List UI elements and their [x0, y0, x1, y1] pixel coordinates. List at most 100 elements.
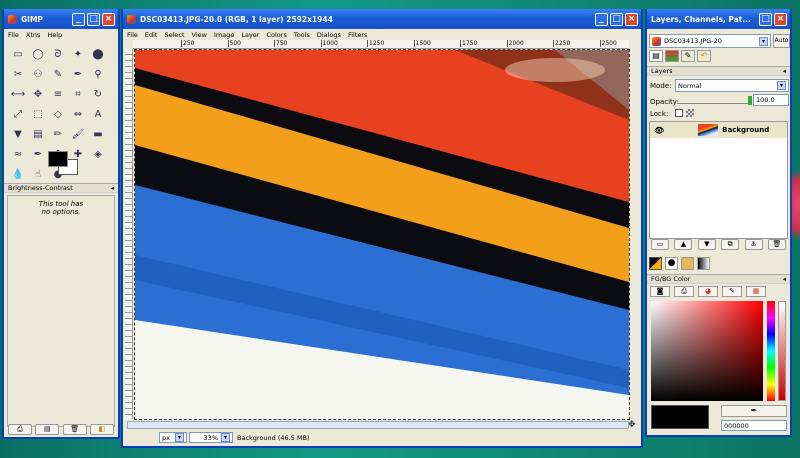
- auto-button[interactable]: Auto: [773, 34, 790, 48]
- menu-dialogs[interactable]: Dialogs: [317, 31, 341, 39]
- raise-layer-icon[interactable]: ▲: [674, 239, 693, 250]
- close-icon[interactable]: ×: [102, 12, 115, 26]
- flip-tool-icon[interactable]: ⇔: [69, 105, 87, 123]
- hex-input[interactable]: 000000: [721, 420, 787, 431]
- layer-row-background[interactable]: 👁 Background: [650, 122, 787, 138]
- duplicate-layer-icon[interactable]: ⧉: [721, 239, 740, 250]
- foreground-select-tool-icon[interactable]: ⚇: [29, 65, 47, 83]
- delete-layer-icon[interactable]: 🗑: [767, 239, 786, 250]
- dock-titlebar[interactable]: Layers, Channels, Pat... □ ×: [647, 9, 790, 29]
- scissors-tool-icon[interactable]: ✂: [9, 65, 27, 83]
- palette-icon[interactable]: ▦: [746, 286, 766, 297]
- pencil-tool-icon[interactable]: ✏: [49, 125, 67, 143]
- color-picker-square[interactable]: [651, 301, 763, 401]
- rotate-tool-icon[interactable]: ↻: [89, 85, 107, 103]
- maximize-icon[interactable]: □: [87, 12, 100, 26]
- lock-alpha-icon[interactable]: [686, 109, 694, 117]
- printer-icon[interactable]: ⎙: [674, 286, 694, 297]
- reset-options-icon[interactable]: ◧: [89, 424, 114, 435]
- tab-menu-icon[interactable]: ◂: [783, 275, 786, 283]
- color-picker-tool-icon[interactable]: ✒: [69, 65, 87, 83]
- foreground-color[interactable]: [48, 151, 68, 167]
- shear-tool-icon[interactable]: ⬚: [29, 105, 47, 123]
- eye-visibility-icon[interactable]: 👁: [654, 126, 664, 135]
- tab-gradient-icon[interactable]: [697, 257, 710, 270]
- ink-tool-icon[interactable]: ✒: [29, 145, 47, 163]
- menu-image[interactable]: Image: [214, 31, 234, 39]
- current-color-swatch[interactable]: [651, 405, 709, 429]
- rect-select-tool-icon[interactable]: ▭: [9, 45, 27, 63]
- image-titlebar[interactable]: DSC03413.JPG-20.0 (RGB, 1 layer) 2592x19…: [123, 9, 641, 29]
- horizontal-ruler[interactable]: 250 500 750 1000 1250 1500 1750 2000 2250 2500: [133, 40, 629, 49]
- close-icon[interactable]: ×: [774, 12, 787, 26]
- mode-select[interactable]: Normal ▾: [675, 79, 789, 92]
- menu-xtns[interactable]: Xtns: [26, 31, 41, 39]
- tab-menu-icon[interactable]: ◂: [111, 184, 114, 192]
- lower-layer-icon[interactable]: ▼: [697, 239, 716, 250]
- camera-icon[interactable]: ◙: [650, 286, 670, 297]
- menu-help[interactable]: Help: [47, 31, 62, 39]
- move-tool-icon[interactable]: ✥: [29, 85, 47, 103]
- maximize-icon[interactable]: □: [610, 12, 623, 26]
- bucket-fill-tool-icon[interactable]: ▼: [9, 125, 27, 143]
- opacity-slider[interactable]: [677, 96, 752, 105]
- zoom-selector[interactable]: 33% ▾: [189, 432, 233, 443]
- paintbrush-tool-icon[interactable]: 🖌: [69, 125, 87, 143]
- new-layer-icon[interactable]: ▭: [651, 239, 669, 250]
- wheel-icon[interactable]: ◕: [698, 286, 718, 297]
- hue-strip[interactable]: [767, 301, 775, 401]
- menu-file[interactable]: File: [8, 31, 19, 39]
- tab-channels-icon[interactable]: [665, 50, 679, 62]
- blend-tool-icon[interactable]: ▤: [29, 125, 47, 143]
- tab-fg-bg-icon[interactable]: [649, 257, 662, 270]
- delete-options-icon[interactable]: 🗑: [62, 424, 87, 435]
- free-select-tool-icon[interactable]: ᘐ: [49, 45, 67, 63]
- tab-layers-icon[interactable]: ▤: [649, 50, 663, 62]
- tab-brush-icon[interactable]: ●: [665, 257, 678, 270]
- save-options-icon[interactable]: ⎙: [8, 424, 32, 435]
- vertical-ruler[interactable]: [125, 49, 133, 419]
- image-canvas[interactable]: [134, 49, 630, 420]
- tab-undo-icon[interactable]: ↶: [697, 50, 711, 62]
- menu-select[interactable]: Select: [164, 31, 184, 39]
- blur-tool-icon[interactable]: 💧: [9, 165, 27, 183]
- fuzzy-select-tool-icon[interactable]: ✦: [69, 45, 87, 63]
- brush-icon[interactable]: ✎: [722, 286, 742, 297]
- restore-options-icon[interactable]: ▤: [35, 424, 60, 435]
- slider-handle[interactable]: [748, 96, 752, 105]
- lock-pixels-checkbox[interactable]: [675, 109, 683, 117]
- menu-file[interactable]: File: [127, 31, 138, 39]
- layer-name[interactable]: Background: [722, 126, 769, 134]
- anchor-layer-icon[interactable]: ⚓: [744, 239, 763, 250]
- tab-pattern-icon[interactable]: [681, 257, 694, 270]
- navigate-icon[interactable]: ✥: [628, 420, 638, 430]
- menu-layer[interactable]: Layer: [241, 31, 259, 39]
- eyedropper-button[interactable]: ✒: [721, 405, 787, 417]
- menu-edit[interactable]: Edit: [145, 31, 158, 39]
- align-tool-icon[interactable]: ≡: [49, 85, 67, 103]
- eraser-tool-icon[interactable]: ▬: [89, 125, 107, 143]
- scale-tool-icon[interactable]: ⤢: [9, 105, 27, 123]
- menu-colors[interactable]: Colors: [266, 31, 286, 39]
- hue-slider[interactable]: [778, 301, 786, 401]
- select-by-color-tool-icon[interactable]: ⬤: [89, 45, 107, 63]
- smudge-tool-icon[interactable]: ☝: [29, 165, 47, 183]
- maximize-icon[interactable]: □: [759, 12, 772, 26]
- opacity-input[interactable]: 100.0: [753, 94, 789, 106]
- unit-selector[interactable]: px ▾: [159, 432, 187, 443]
- perspective-clone-tool-icon[interactable]: ◈: [89, 145, 107, 163]
- fg-bg-color-swatch[interactable]: [48, 151, 82, 177]
- perspective-tool-icon[interactable]: ◇: [49, 105, 67, 123]
- menu-view[interactable]: View: [192, 31, 207, 39]
- paths-tool-icon[interactable]: ✎: [49, 65, 67, 83]
- text-tool-icon[interactable]: A: [89, 105, 107, 123]
- airbrush-tool-icon[interactable]: ≈: [9, 145, 27, 163]
- menu-tools[interactable]: Tools: [294, 31, 310, 39]
- ellipse-select-tool-icon[interactable]: ◯: [29, 45, 47, 63]
- tab-menu-icon[interactable]: ◂: [783, 67, 786, 75]
- horizontal-scrollbar[interactable]: [127, 421, 629, 429]
- minimize-icon[interactable]: _: [595, 12, 608, 26]
- close-icon[interactable]: ×: [625, 12, 638, 26]
- toolbox-titlebar[interactable]: GIMP _ □ ×: [4, 9, 118, 29]
- image-selector[interactable]: DSC03413.JPG-20 ▾: [649, 34, 771, 48]
